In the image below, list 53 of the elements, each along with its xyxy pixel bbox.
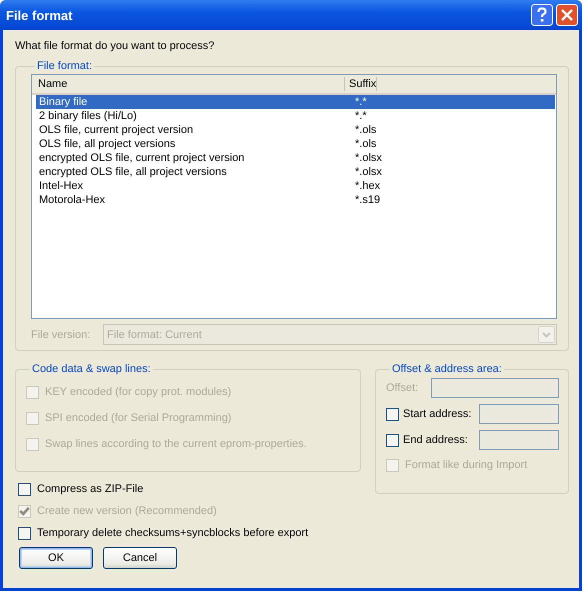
- format-suffix: *.ols: [354, 137, 376, 151]
- format-name: OLS file, current project version: [38, 123, 194, 137]
- format-suffix: *.s19: [354, 193, 380, 207]
- list-row[interactable]: Binary file *.*: [36, 95, 555, 109]
- list-row[interactable]: 2 binary files (Hi/Lo) *.*: [36, 109, 555, 123]
- column-header[interactable]: Name: [32, 77, 345, 91]
- input-field[interactable]: [479, 430, 559, 450]
- format-name: 2 binary files (Hi/Lo): [38, 109, 138, 123]
- input-field[interactable]: [431, 378, 559, 398]
- checkbox-label: KEY encoded (for copy prot. modules): [45, 386, 232, 398]
- format-name: OLS file, all project versions: [38, 137, 176, 151]
- list-row[interactable]: OLS file, current project version *.ols: [36, 123, 555, 137]
- column-header[interactable]: Suffix: [345, 77, 378, 91]
- group-title: Offset & address area:: [391, 363, 503, 375]
- field-label: Start address:: [403, 408, 472, 420]
- close-icon[interactable]: [556, 4, 578, 26]
- file-version-label: File version:: [31, 328, 92, 340]
- field-label: End address:: [403, 434, 469, 446]
- prompt-text: What file format do you want to process?: [15, 40, 216, 54]
- field-label: Offset:: [386, 382, 420, 394]
- format-suffix: *.olsx: [354, 165, 382, 179]
- group-title: Code data & swap lines:: [31, 363, 152, 375]
- format-suffix: *.hex: [354, 179, 380, 193]
- checkbox[interactable]: [386, 408, 399, 420]
- checkbox-label: SPI encoded (for Serial Programming): [45, 412, 232, 424]
- format-suffix: *.*: [354, 109, 367, 123]
- dialog-button[interactable]: OK: [19, 547, 93, 569]
- format-suffix: *.*: [354, 95, 367, 109]
- list-row[interactable]: Intel-Hex *.hex: [36, 179, 555, 193]
- format-name: Intel-Hex: [38, 179, 84, 193]
- checkbox-label: Format like during Import: [405, 459, 528, 471]
- checkbox[interactable]: [18, 482, 31, 496]
- format-name: encrypted OLS file, current project version: [38, 151, 246, 165]
- list-row[interactable]: Motorola-Hex *.s19: [36, 193, 555, 207]
- dialog-button[interactable]: Cancel: [103, 547, 177, 569]
- list-row[interactable]: encrypted OLS file, current project version *.olsx: [36, 151, 555, 165]
- input-field[interactable]: [479, 404, 559, 424]
- checkbox-label: Create new version (Recommended): [37, 505, 217, 517]
- format-name: Binary file: [38, 95, 88, 109]
- help-icon[interactable]: [531, 4, 553, 26]
- group-title: File format:: [36, 60, 94, 72]
- format-suffix: *.olsx: [354, 151, 382, 165]
- checkbox[interactable]: [18, 526, 31, 540]
- format-suffix: *.ols: [354, 123, 376, 137]
- checkbox-label: Swap lines according to the current eprom-properties.: [45, 438, 307, 450]
- format-name: Motorola-Hex: [38, 193, 106, 207]
- checkbox[interactable]: [386, 434, 399, 446]
- format-name: encrypted OLS file, all project versions: [38, 165, 228, 179]
- list-row[interactable]: encrypted OLS file, all project versions *.olsx: [36, 165, 555, 179]
- checkbox-label: Temporary delete checksums+syncblocks before export: [37, 527, 308, 539]
- list-row[interactable]: OLS file, all project versions *.ols: [36, 137, 555, 151]
- window-title: File format: [6, 8, 74, 22]
- checkbox-label: Compress as ZIP-File: [37, 483, 144, 495]
